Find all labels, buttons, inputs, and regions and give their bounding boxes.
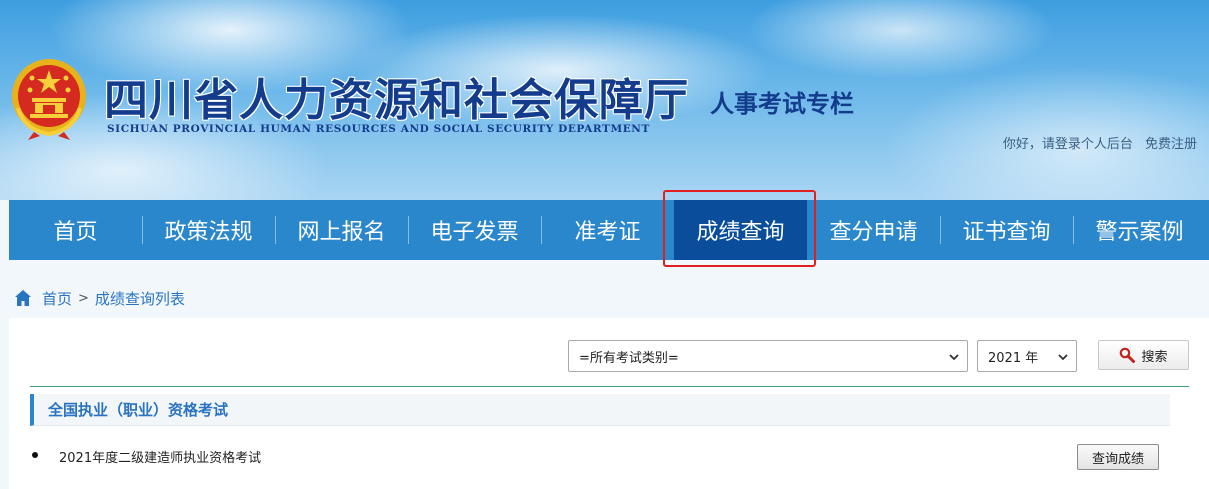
filter-divider	[30, 386, 1189, 387]
breadcrumb-current: 成绩查询列表	[94, 289, 185, 308]
nav-item-policy[interactable]: 政策法规	[142, 200, 275, 260]
breadcrumb: 首页 > 成绩查询列表	[14, 286, 185, 310]
magnifier-icon	[1120, 347, 1136, 363]
exam-category-value: =所有考试类别=	[579, 350, 679, 366]
nav-item-home[interactable]: 首页	[9, 200, 142, 260]
breadcrumb-separator: >	[78, 290, 89, 306]
site-title: 四川省人力资源和社会保障厅	[104, 75, 689, 126]
query-score-button[interactable]: 查询成绩	[1077, 444, 1159, 470]
chevron-down-icon	[949, 354, 959, 361]
register-link[interactable]: 免费注册	[1145, 137, 1197, 152]
user-links: 你好，请登录个人后台 免费注册	[995, 133, 1197, 152]
exam-category-select[interactable]: =所有考试类别=	[568, 340, 968, 372]
home-icon	[15, 290, 31, 306]
nav-item-e-invoice[interactable]: 电子发票	[408, 200, 541, 260]
nav-item-score-review[interactable]: 查分申请	[807, 200, 940, 260]
nav-item-warning-cases[interactable]: 警示案例	[1073, 200, 1206, 260]
exam-name[interactable]: 2021年度二级建造师执业资格考试	[59, 447, 261, 466]
bullet-icon	[32, 452, 38, 458]
search-button-label: 搜索	[1141, 349, 1168, 365]
site-header: 四川省人力资源和社会保障厅 SICHUAN PROVINCIAL HUMAN R…	[0, 0, 1209, 200]
section-subtitle: 人事考试专栏	[710, 90, 854, 118]
year-value: 2021 年	[988, 350, 1039, 366]
nav-item-certificate-query[interactable]: 证书查询	[940, 200, 1073, 260]
nav-item-score-query[interactable]: 成绩查询	[674, 200, 807, 260]
national-emblem-icon	[12, 59, 86, 140]
search-button[interactable]: 搜索	[1098, 340, 1189, 370]
login-link[interactable]: 你好，请登录个人后台	[1003, 137, 1133, 152]
year-select[interactable]: 2021 年	[977, 340, 1077, 372]
breadcrumb-home[interactable]: 首页	[42, 288, 72, 309]
main-nav: 首页 政策法规 网上报名 电子发票 准考证 成绩查询 查分申请 证书查询 警示案…	[9, 200, 1209, 260]
content-panel: =所有考试类别= 2021 年 搜索 全国执业（职业）资格考试 2021年度二级…	[9, 318, 1209, 489]
section-heading: 全国执业（职业）资格考试	[30, 394, 1170, 426]
list-item: 2021年度二级建造师执业资格考试 查询成绩	[30, 442, 1170, 470]
site-title-english: SICHUAN PROVINCIAL HUMAN RESOURCES AND S…	[107, 123, 650, 135]
nav-item-online-registration[interactable]: 网上报名	[275, 200, 408, 260]
nav-item-admission-ticket[interactable]: 准考证	[541, 200, 674, 260]
chevron-down-icon	[1058, 354, 1068, 361]
